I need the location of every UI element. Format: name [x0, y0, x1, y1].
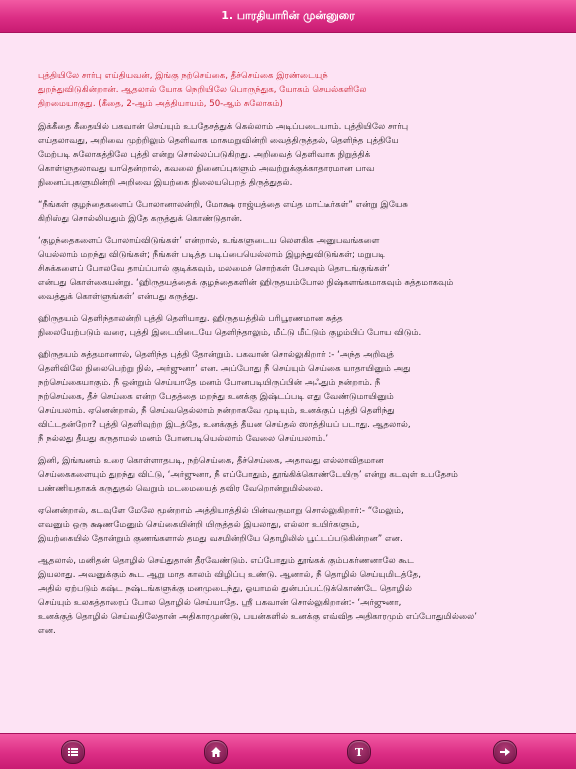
home-button[interactable]: [204, 740, 228, 764]
next-button[interactable]: [493, 740, 517, 764]
reading-area[interactable]: புத்தியிலே சார்பு எய்தியவன், இங்கு நற்செ…: [0, 33, 576, 733]
body-paragraph: ‘குழந்தைகளைப் போலாய்விடுங்கள்’ என்றால், …: [38, 236, 454, 302]
body-paragraph: இக்கீதை கீதையில் பகவான் செய்யும் உபதேசத்…: [38, 122, 409, 188]
body-paragraph: இனி, இங்ஙனம் உரை கொள்ளாதபடி, நற்செய்கை, …: [38, 456, 458, 494]
list-button[interactable]: [61, 740, 85, 764]
bottom-toolbar: T: [0, 733, 576, 769]
article-body: புத்தியிலே சார்பு எய்தியவன், இங்கு நற்செ…: [0, 33, 576, 638]
verse-paragraph: புத்தியிலே சார்பு எய்தியவன், இங்கு நற்செ…: [38, 71, 367, 109]
arrow-right-icon: [500, 748, 510, 756]
body-paragraph: ஹிருதயம் சுத்தமானால், தெளிந்த புத்தி தோன…: [38, 350, 411, 444]
text-size-icon: T: [354, 745, 364, 759]
body-paragraph: ஏனென்றால், கடவுளே மேலே மூன்றாம் அத்தியாத…: [38, 506, 404, 544]
page-title: 1. பாரதியாரின் முன்னுரை: [221, 8, 355, 22]
top-title-bar: 1. பாரதியாரின் முன்னுரை: [0, 0, 576, 33]
list-icon: [68, 748, 78, 756]
home-icon: [211, 747, 221, 757]
body-paragraph: ஹிருதயம் தெளிந்தாலன்றி புத்தி தெளியாது. …: [38, 314, 422, 338]
body-paragraph: ஆதலால், மனிதன் தொழில் செய்துதான் தீரவேண்…: [38, 556, 478, 636]
body-paragraph: “நீங்கள் குழந்தைகளைப் போலானாலன்றி, மோக்ஷ…: [38, 200, 408, 224]
text-size-button[interactable]: T: [347, 740, 371, 764]
